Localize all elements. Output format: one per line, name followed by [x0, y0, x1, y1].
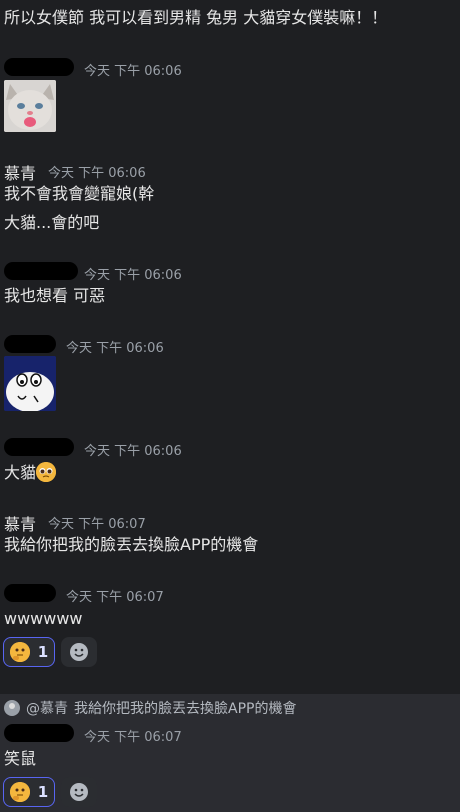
author-name[interactable]: 慕青	[4, 160, 36, 184]
reply-reference[interactable]: @慕青 我給你把我的臉丟去換臉APP的機會	[4, 698, 296, 718]
reaction-thinking[interactable]: 1	[3, 637, 55, 667]
reaction-count: 1	[37, 783, 49, 801]
reaction-count: 1	[37, 643, 49, 661]
message-text: 所以女僕節 我可以看到男精 兔男 大貓穿女僕裝嘛！！	[4, 8, 388, 27]
message-text: 我給你把我的臉丟去換臉APP的機會	[4, 535, 259, 554]
author-name[interactable]: 慕青	[4, 511, 36, 535]
message-timestamp: 今天 下午 06:07	[84, 730, 182, 745]
cat-sticker[interactable]	[4, 80, 56, 132]
pleading-face-emoji-icon	[36, 462, 57, 482]
add-reaction-button[interactable]	[61, 637, 97, 667]
author-redacted[interactable]	[4, 724, 74, 742]
message-timestamp: 今天 下午 06:06	[48, 166, 146, 181]
message-text: 我也想看 可惡	[4, 286, 106, 305]
message-text: 笑鼠	[4, 749, 37, 768]
message-text: 我不會我會變寵娘(幹	[4, 184, 155, 203]
author-redacted[interactable]	[4, 58, 74, 76]
smile-icon	[70, 643, 88, 661]
add-reaction-button[interactable]	[61, 777, 97, 807]
reply-mention[interactable]: @慕青	[26, 698, 68, 718]
message-text: 大貓	[4, 463, 37, 482]
message-timestamp: 今天 下午 06:07	[48, 517, 146, 532]
smile-icon	[70, 783, 88, 801]
thinking-face-emoji-icon	[9, 782, 30, 802]
crying-face-icon	[4, 356, 56, 411]
author-redacted[interactable]	[4, 262, 78, 280]
reaction-thinking[interactable]: 1	[3, 777, 55, 807]
message-timestamp: 今天 下午 06:06	[66, 341, 164, 356]
crying-sticker[interactable]	[4, 356, 56, 411]
message-timestamp: 今天 下午 06:06	[84, 444, 182, 459]
reply-avatar-icon	[4, 700, 20, 716]
thinking-face-emoji-icon	[9, 642, 30, 662]
author-redacted[interactable]	[4, 335, 56, 353]
message-text: wwwwww	[4, 609, 83, 628]
message-timestamp: 今天 下午 06:07	[66, 590, 164, 605]
author-redacted[interactable]	[4, 584, 56, 602]
message-timestamp: 今天 下午 06:06	[84, 268, 182, 283]
cat-face-icon	[4, 80, 56, 132]
message-timestamp: 今天 下午 06:06	[84, 64, 182, 79]
message-row: 大貓	[4, 462, 57, 483]
message-text: 大貓...會的吧	[4, 213, 100, 232]
author-redacted[interactable]	[4, 438, 74, 456]
reply-quoted-text: 我給你把我的臉丟去換臉APP的機會	[74, 701, 297, 717]
